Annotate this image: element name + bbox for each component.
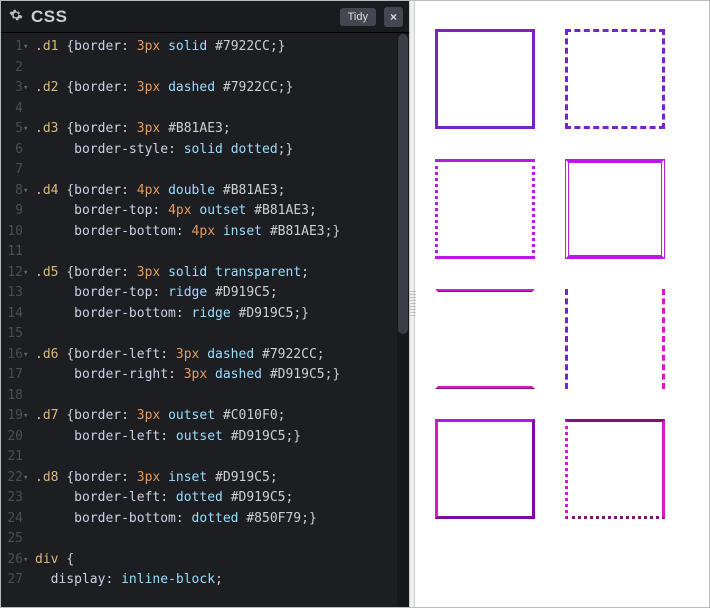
demo-box-d4 <box>565 159 665 259</box>
code-line: .d8 {border: 3px inset #D919C5; <box>35 468 409 489</box>
line-number: 18 <box>1 386 23 407</box>
code-line <box>35 99 409 120</box>
code-line: .d2 {border: 3px dashed #7922CC;} <box>35 78 409 99</box>
tidy-button[interactable]: Tidy <box>340 8 376 26</box>
line-number: 2 <box>1 58 23 79</box>
line-number: 19 <box>1 406 23 427</box>
demo-box-d3 <box>435 159 535 259</box>
demo-box-d6 <box>565 289 665 389</box>
demo-box-d5 <box>435 289 535 389</box>
preview-pane <box>415 1 709 607</box>
line-number: 13 <box>1 283 23 304</box>
scrollbar-thumb[interactable] <box>398 34 408 334</box>
code-line: display: inline-block; <box>35 570 409 591</box>
line-number: 4 <box>1 99 23 120</box>
demo-box-d7 <box>435 419 535 519</box>
line-number: 10 <box>1 222 23 243</box>
close-button[interactable]: × <box>384 7 403 27</box>
fold-icon[interactable]: ▾ <box>23 78 28 99</box>
line-number: 23 <box>1 488 23 509</box>
line-number: 7 <box>1 160 23 181</box>
code-line: .d3 {border: 3px #B81AE3; <box>35 119 409 140</box>
code-line: border-style: solid dotted;} <box>35 140 409 161</box>
code-line: border-left: dotted #D919C5; <box>35 488 409 509</box>
code-line: div { <box>35 550 409 571</box>
fold-icon[interactable]: ▾ <box>23 468 28 489</box>
code-line <box>35 324 409 345</box>
line-number: 14 <box>1 304 23 325</box>
demo-box-d8 <box>565 419 665 519</box>
fold-icon[interactable]: ▾ <box>23 406 28 427</box>
code-line <box>35 447 409 468</box>
demo-box-d1 <box>435 29 535 129</box>
line-number: 12 <box>1 263 23 284</box>
gear-icon[interactable] <box>9 8 23 25</box>
line-number: 27 <box>1 570 23 591</box>
code-line: border-right: 3px dashed #D919C5;} <box>35 365 409 386</box>
code-line: border-bottom: ridge #D919C5;} <box>35 304 409 325</box>
pane-splitter[interactable] <box>409 1 415 607</box>
fold-icon[interactable]: ▾ <box>23 119 28 140</box>
line-number: 8 <box>1 181 23 202</box>
fold-icon[interactable]: ▾ <box>23 263 28 284</box>
line-number: 15 <box>1 324 23 345</box>
line-number: 6 <box>1 140 23 161</box>
line-number: 16 <box>1 345 23 366</box>
code-line: .d4 {border: 4px double #B81AE3; <box>35 181 409 202</box>
line-number: 17 <box>1 365 23 386</box>
code-line: border-left: outset #D919C5;} <box>35 427 409 448</box>
code-line: border-bottom: dotted #850F79;} <box>35 509 409 530</box>
line-number: 21 <box>1 447 23 468</box>
fold-icon[interactable]: ▾ <box>23 37 28 58</box>
line-number: 11 <box>1 242 23 263</box>
scrollbar-track[interactable] <box>397 33 409 607</box>
editor-header: CSS Tidy × <box>1 1 409 33</box>
code-line <box>35 386 409 407</box>
line-number: 5 <box>1 119 23 140</box>
line-number: 24 <box>1 509 23 530</box>
code-line <box>35 160 409 181</box>
code-line: border-bottom: 4px inset #B81AE3;} <box>35 222 409 243</box>
line-number: 3 <box>1 78 23 99</box>
fold-icon[interactable]: ▾ <box>23 550 28 571</box>
code-line: .d5 {border: 3px solid transparent; <box>35 263 409 284</box>
line-number: 1 <box>1 37 23 58</box>
code-line <box>35 529 409 550</box>
demo-box-d2 <box>565 29 665 129</box>
code-area[interactable]: 1234567891011121314151617181920212223242… <box>1 33 409 607</box>
code-line: .d7 {border: 3px outset #C010F0; <box>35 406 409 427</box>
line-number: 9 <box>1 201 23 222</box>
code-line: .d1 {border: 3px solid #7922CC;} <box>35 37 409 58</box>
css-editor-pane: CSS Tidy × 12345678910111213141516171819… <box>1 1 409 607</box>
code-line <box>35 242 409 263</box>
code-source[interactable]: .d1 {border: 3px solid #7922CC;} .d2 {bor… <box>29 33 409 607</box>
line-number: 22 <box>1 468 23 489</box>
code-line <box>35 58 409 79</box>
preview-grid <box>435 29 689 519</box>
code-line: border-top: ridge #D919C5; <box>35 283 409 304</box>
splitter-grip-icon <box>410 291 416 317</box>
fold-icon[interactable]: ▾ <box>23 181 28 202</box>
line-number: 20 <box>1 427 23 448</box>
code-line: border-top: 4px outset #B81AE3; <box>35 201 409 222</box>
line-number: 26 <box>1 550 23 571</box>
fold-icon[interactable]: ▾ <box>23 345 28 366</box>
editor-title: CSS <box>31 7 332 27</box>
line-number: 25 <box>1 529 23 550</box>
code-line: .d6 {border-left: 3px dashed #7922CC; <box>35 345 409 366</box>
app-root: CSS Tidy × 12345678910111213141516171819… <box>0 0 710 608</box>
